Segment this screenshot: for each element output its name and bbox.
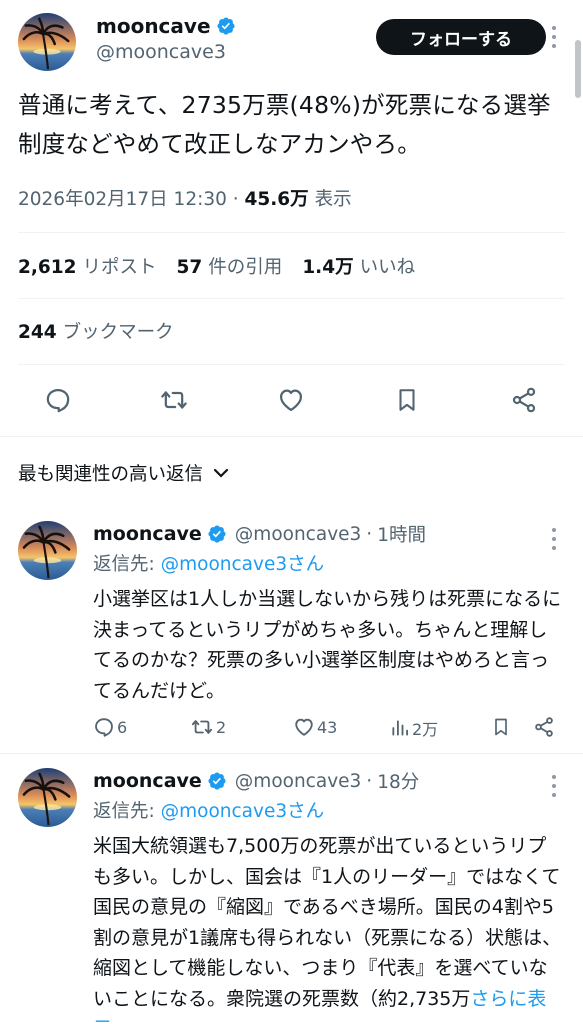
divider <box>0 436 583 437</box>
reply-to-prefix: 返信先: <box>93 801 155 822</box>
scrollbar[interactable] <box>575 40 581 98</box>
reply-to-handle[interactable]: @mooncave3さん <box>161 801 325 822</box>
reposts-count: 2,612 <box>18 257 77 278</box>
author-name: mooncave <box>96 14 211 38</box>
reply-text-body: 米国大統領選も7,500万の死票が出ているというリプも多い。しかし、国会は『1人… <box>93 835 562 1010</box>
palm-sunset-avatar-icon <box>18 13 76 71</box>
bookmark-icon <box>495 718 507 736</box>
share-icon <box>535 717 553 737</box>
replying-to: 返信先: @mooncave3さん <box>93 550 324 576</box>
heart-icon <box>279 389 303 412</box>
more-options-icon[interactable] <box>551 26 557 48</box>
meta-separator: · <box>232 189 245 210</box>
timestamp[interactable]: 2026年02月17日 12:30 <box>18 189 227 210</box>
views-count: 45.6万 <box>244 189 309 210</box>
analytics-icon <box>392 720 408 736</box>
repost-count: 2 <box>216 717 227 737</box>
author-handle[interactable]: @mooncave3 <box>235 524 362 545</box>
reply-icon <box>95 718 113 737</box>
share-button[interactable] <box>533 716 555 738</box>
likes-stat[interactable]: 1.4万 いいね <box>302 253 415 279</box>
reposts-stat[interactable]: 2,612 リポスト <box>18 253 157 279</box>
bookmarks-stat[interactable]: 244 ブックマーク <box>18 318 174 344</box>
reply-button[interactable] <box>43 384 73 416</box>
author-handle[interactable]: @mooncave3 <box>235 771 362 792</box>
verified-badge-icon <box>207 524 227 544</box>
verified-badge-icon <box>207 771 227 791</box>
reply-text: 米国大統領選も7,500万の死票が出ているというリプも多い。しかし、国会は『1人… <box>93 831 563 1024</box>
author-name[interactable]: mooncave <box>93 523 202 545</box>
meta-separator: · <box>366 770 373 792</box>
repost-button[interactable] <box>159 384 189 416</box>
like-count: 43 <box>317 717 338 737</box>
engagement-stats: 2,612 リポスト 57 件の引用 1.4万 いいね <box>18 253 435 279</box>
reply-action-bar: 6 2 43 2万 <box>93 716 563 740</box>
palm-sunset-avatar-icon <box>18 768 77 827</box>
follow-button[interactable]: フォローする <box>376 19 546 55</box>
tweet-action-bar <box>0 384 583 420</box>
author-name-row[interactable]: mooncave <box>96 14 236 38</box>
reply-sort-dropdown[interactable]: 最も関連性の高い返信 <box>18 460 229 486</box>
reply-tweet[interactable]: mooncave @mooncave3 · 18分 返信先: @mooncave… <box>0 768 583 1024</box>
quotes-stat[interactable]: 57 件の引用 <box>177 253 283 279</box>
reposts-label: リポスト <box>82 257 157 278</box>
reply-time[interactable]: 1時間 <box>377 521 426 547</box>
divider <box>0 753 583 754</box>
share-button[interactable] <box>509 384 539 416</box>
likes-label: いいね <box>359 257 416 278</box>
main-tweet-header: mooncave @mooncave3 フォローする <box>18 12 563 74</box>
reply-tweet[interactable]: mooncave @mooncave3 · 1時間 返信先: @mooncave… <box>0 521 583 753</box>
reply-to-prefix: 返信先: <box>93 554 155 575</box>
repost-icon <box>191 720 213 734</box>
like-button[interactable]: 43 <box>293 716 337 738</box>
reply-count: 6 <box>117 717 128 737</box>
bookmark-button[interactable] <box>491 716 511 738</box>
reply-header: mooncave @mooncave3 · 1時間 <box>93 521 426 547</box>
avatar[interactable] <box>18 521 77 580</box>
repost-icon <box>161 391 187 409</box>
more-options-icon[interactable] <box>551 775 557 797</box>
reply-icon <box>46 388 70 413</box>
divider <box>18 232 565 233</box>
reply-header: mooncave @mooncave3 · 18分 <box>93 768 419 794</box>
reply-time[interactable]: 18分 <box>377 768 419 794</box>
more-options-icon[interactable] <box>551 528 557 550</box>
quotes-count: 57 <box>176 257 203 278</box>
views-button[interactable]: 2万 <box>390 716 438 740</box>
divider <box>18 364 565 365</box>
replying-to: 返信先: @mooncave3さん <box>93 797 324 823</box>
reply-button[interactable]: 6 <box>93 716 127 738</box>
heart-icon <box>295 718 313 736</box>
repost-button[interactable]: 2 <box>190 716 226 738</box>
bookmark-button[interactable] <box>392 384 422 416</box>
divider <box>18 298 565 299</box>
reply-text: 小選挙区は1人しか当選しないから残りは死票になるに決まってるというリプがめちゃ多… <box>93 588 562 702</box>
likes-count: 1.4万 <box>302 257 354 278</box>
bookmarks-label: ブックマーク <box>62 322 174 343</box>
view-count: 2万 <box>412 720 439 739</box>
views-label: 表示 <box>314 189 352 210</box>
tweet-meta: 2026年02月17日 12:30 · 45.6万 表示 <box>18 185 352 211</box>
tweet-text: 普通に考えて、2735万票(48%)が死票になる選挙制度などやめて改正しなアカン… <box>18 91 551 158</box>
avatar[interactable] <box>18 768 77 827</box>
author-name[interactable]: mooncave <box>93 770 202 792</box>
verified-badge-icon <box>216 16 236 36</box>
reply-to-handle[interactable]: @mooncave3さん <box>161 554 325 575</box>
quotes-label: 件の引用 <box>208 257 283 278</box>
like-button[interactable] <box>276 384 306 416</box>
meta-separator: · <box>366 523 373 545</box>
sort-label: 最も関連性の高い返信 <box>18 464 204 485</box>
bookmarks-count: 244 <box>18 322 57 343</box>
palm-sunset-avatar-icon <box>18 521 77 580</box>
avatar[interactable] <box>18 13 76 71</box>
bookmark-icon <box>399 389 415 411</box>
chevron-down-icon <box>213 468 229 478</box>
share-icon <box>512 387 536 413</box>
author-handle[interactable]: @mooncave3 <box>96 41 226 63</box>
